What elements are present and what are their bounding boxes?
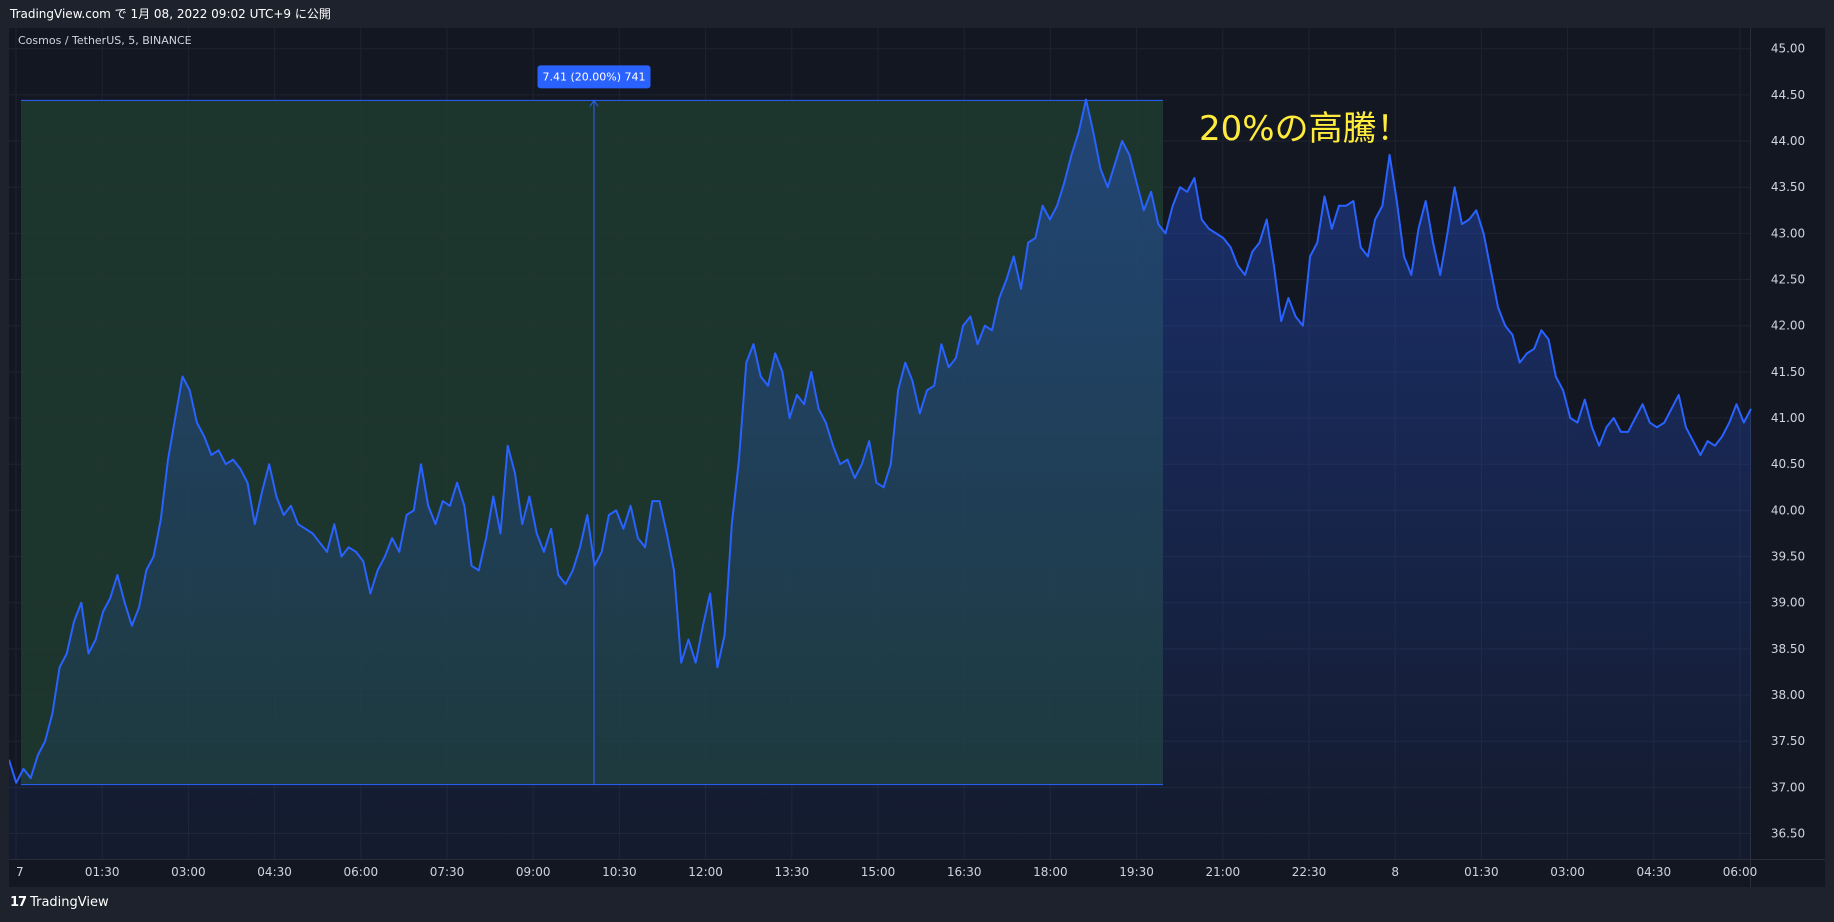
y-tick-label: 38.50: [1771, 642, 1805, 656]
x-tick-label: 12:00: [688, 865, 723, 879]
y-tick-label: 44.00: [1771, 134, 1805, 148]
annotation-text: 20%の高騰！: [1199, 109, 1411, 149]
x-tick-label: 04:30: [257, 865, 292, 879]
x-tick-label: 13:30: [775, 865, 810, 879]
x-tick-label: 03:00: [171, 865, 206, 879]
price-chart[interactable]: 45.00 44.50 44.00 43.50 43.00 42.50 42.00 41.50…: [9, 28, 1825, 887]
tradingview-logo-icon: 17: [10, 895, 27, 910]
y-tick-label: 41.00: [1771, 411, 1805, 425]
tradingview-logo[interactable]: 17 TradingView: [10, 895, 109, 910]
publish-info: TradingView.com で 1月 08, 2022 09:02 UTC+…: [10, 7, 331, 21]
y-tick-label: 44.50: [1771, 88, 1805, 102]
y-tick-label: 41.50: [1771, 365, 1805, 379]
x-tick-label: 06:00: [344, 865, 379, 879]
chart-area[interactable]: 45.00 44.50 44.00 43.50 43.00 42.50 42.00 41.50…: [9, 28, 1825, 887]
y-tick-label: 40.00: [1771, 503, 1805, 517]
publish-header: TradingView.com で 1月 08, 2022 09:02 UTC+…: [0, 0, 1834, 28]
y-tick-label: 39.50: [1771, 550, 1805, 564]
x-tick-label: 15:00: [861, 865, 896, 879]
x-tick-label: 16:30: [947, 865, 982, 879]
x-tick-label: 03:00: [1550, 865, 1585, 879]
x-tick-label: 07:30: [430, 865, 465, 879]
x-tick-label: 8: [1391, 865, 1399, 879]
y-tick-label: 40.50: [1771, 457, 1805, 471]
x-tick-label: 21:00: [1206, 865, 1241, 879]
x-tick-label: 7: [16, 865, 24, 879]
y-tick-label: 39.00: [1771, 596, 1805, 610]
x-tick-label: 04:30: [1637, 865, 1672, 879]
measure-label: 7.41 (20.00%) 741: [542, 70, 645, 83]
y-tick-label: 45.00: [1771, 42, 1805, 56]
y-tick-label: 42.50: [1771, 273, 1805, 287]
x-tick-label: 10:30: [602, 865, 637, 879]
x-tick-label: 01:30: [1464, 865, 1499, 879]
y-tick-label: 43.00: [1771, 226, 1805, 240]
y-tick-label: 38.00: [1771, 688, 1805, 702]
x-tick-label: 19:30: [1119, 865, 1154, 879]
x-tick-label: 22:30: [1292, 865, 1327, 879]
y-tick-label: 37.50: [1771, 734, 1805, 748]
x-tick-label: 18:00: [1033, 865, 1068, 879]
x-tick-label: 01:30: [85, 865, 120, 879]
x-tick-label: 09:00: [516, 865, 551, 879]
y-tick-label: 37.00: [1771, 780, 1805, 794]
y-tick-label: 42.00: [1771, 319, 1805, 333]
x-tick-label: 06:00: [1723, 865, 1758, 879]
footer: 17 TradingView: [0, 887, 1834, 922]
y-tick-label: 36.50: [1771, 827, 1805, 841]
symbol-title: Cosmos / TetherUS, 5, BINANCE: [18, 34, 192, 47]
y-tick-label: 43.50: [1771, 180, 1805, 194]
brand-name: TradingView: [30, 895, 109, 910]
